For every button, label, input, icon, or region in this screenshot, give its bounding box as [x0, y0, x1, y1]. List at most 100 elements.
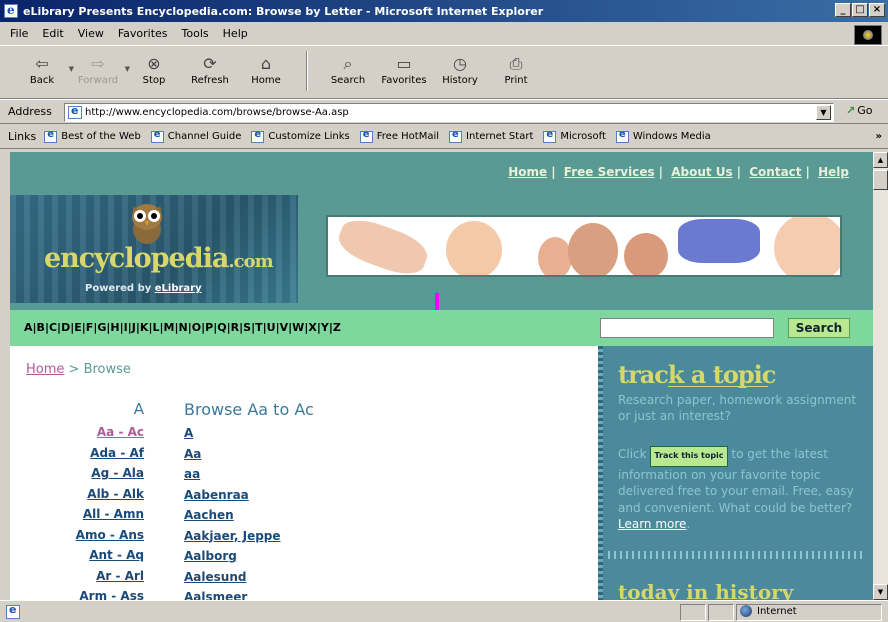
top-links: Home | Free Services | About Us | Contact | … [508, 165, 849, 179]
favorites-button[interactable]: ▭ Favorites [376, 47, 432, 97]
range-link[interactable]: Ag - Ala [50, 463, 144, 484]
menu-favorites[interactable]: Favorites [118, 27, 168, 40]
letter-link-b[interactable]: B [37, 321, 45, 334]
menu-file[interactable]: File [10, 27, 28, 40]
letter-link-a[interactable]: A [24, 321, 33, 334]
learn-more-link[interactable]: Learn more [618, 517, 686, 531]
entry-link[interactable]: Aabenraa [184, 485, 514, 506]
letter-link-y[interactable]: Y [321, 321, 329, 334]
maximize-button[interactable]: □ [852, 3, 868, 17]
letter-link-c[interactable]: C [49, 321, 57, 334]
nav-help-link[interactable]: Help [818, 165, 849, 179]
letter-link-q[interactable]: Q [217, 321, 226, 334]
search-input[interactable] [600, 318, 774, 338]
letter-link-e[interactable]: E [74, 321, 82, 334]
entry-link[interactable]: Aalesund [184, 567, 514, 588]
print-icon: ⎙ [509, 54, 523, 73]
link-microsoft[interactable]: Microsoft [543, 129, 606, 143]
entry-link[interactable]: Aachen [184, 505, 514, 526]
owl-mascot-icon [132, 204, 162, 244]
forward-button[interactable]: ⇨ Forward ▼ [70, 47, 130, 97]
window-controls: _ □ × [835, 3, 885, 17]
link-best-of-web[interactable]: Best of the Web [44, 129, 141, 143]
letter-link-z[interactable]: Z [333, 321, 341, 334]
refresh-button[interactable]: ⟳ Refresh [182, 47, 238, 97]
back-arrow-icon: ⇦ [35, 54, 49, 73]
entry-link[interactable]: A [184, 423, 514, 444]
go-arrow-icon: ↗ [846, 104, 856, 117]
letter-link-v[interactable]: V [280, 321, 289, 334]
home-button[interactable]: ⌂ Home [238, 47, 294, 97]
scroll-thumb[interactable] [873, 170, 888, 190]
menu-tools[interactable]: Tools [182, 27, 209, 40]
child-photo [538, 237, 572, 275]
menu-help[interactable]: Help [223, 27, 248, 40]
letter-link-w[interactable]: W [292, 321, 304, 334]
address-input[interactable]: http://www.encyclopedia.com/browse/brows… [64, 103, 834, 122]
print-button[interactable]: ⎙ Print [488, 47, 544, 97]
back-button[interactable]: ⇦ Back ▼ [14, 47, 74, 97]
go-button[interactable]: ↗ Go [846, 104, 872, 117]
entry-link[interactable]: aa [184, 464, 514, 485]
alphabet-bar: A|B|C|D|E|F|G|H|I|J|K|L|M|N|O|P|Q|R|S|T|… [10, 310, 873, 346]
address-dropdown-button[interactable]: ▼ [816, 105, 831, 120]
letter-link-t[interactable]: T [255, 321, 263, 334]
scroll-down-button[interactable]: ▼ [873, 584, 888, 600]
link-internet-start[interactable]: Internet Start [449, 129, 533, 143]
menu-view[interactable]: View [78, 27, 104, 40]
range-link[interactable]: Ar - Arl [50, 566, 144, 587]
link-customize-links[interactable]: Customize Links [251, 129, 350, 143]
man-photo [568, 223, 618, 275]
letter-link-r[interactable]: R [231, 321, 239, 334]
link-free-hotmail[interactable]: Free HotMail [359, 129, 439, 143]
letter-link-u[interactable]: U [267, 321, 276, 334]
letter-link-o[interactable]: O [192, 321, 201, 334]
range-link[interactable]: Amo - Ans [50, 525, 144, 546]
search-button[interactable]: ⌕ Search [320, 47, 376, 97]
breadcrumb-home-link[interactable]: Home [26, 362, 64, 377]
nav-home-link[interactable]: Home [508, 165, 547, 179]
favorites-icon: ▭ [396, 54, 412, 73]
page-icon [68, 104, 82, 119]
elibrary-link[interactable]: eLibrary [155, 283, 202, 294]
links-overflow-chevron-icon[interactable]: » [876, 131, 882, 142]
search-submit-button[interactable]: Search [788, 318, 850, 338]
history-button[interactable]: ◷ History [432, 47, 488, 97]
entry-link[interactable]: Aakjaer, Jeppe [184, 526, 514, 547]
letter-link-n[interactable]: N [179, 321, 188, 334]
menu-edit[interactable]: Edit [42, 27, 63, 40]
toddler-photo [446, 221, 502, 275]
letter-link-s[interactable]: S [243, 321, 251, 334]
track-this-topic-button[interactable]: Track this topic [650, 446, 728, 467]
entry-link[interactable]: Aalborg [184, 546, 514, 567]
link-channel-guide[interactable]: Channel Guide [150, 129, 241, 143]
letter-link-d[interactable]: D [61, 321, 70, 334]
scroll-up-button[interactable]: ▲ [873, 152, 888, 168]
range-link[interactable]: Arm - Ass [50, 586, 144, 600]
entry-link[interactable]: Aa [184, 444, 514, 465]
range-link[interactable]: Alb - Alk [50, 484, 144, 505]
letter-link-m[interactable]: M [164, 321, 175, 334]
nav-about-us-link[interactable]: About Us [671, 165, 732, 179]
range-link[interactable]: All - Amn [50, 504, 144, 525]
standard-toolbar: ⇦ Back ▼ ⇨ Forward ▼ ⊗ Stop ⟳ Refresh ⌂ Home ⌕ S… [0, 47, 888, 99]
nav-free-services-link[interactable]: Free Services [564, 165, 655, 179]
link-windows-media[interactable]: Windows Media [615, 129, 711, 143]
range-link[interactable]: Aa - Ac [50, 422, 144, 443]
letter-link-h[interactable]: H [110, 321, 119, 334]
site-logo[interactable]: encyclopedia.com Powered by eLibrary [10, 195, 298, 303]
close-button[interactable]: × [869, 3, 885, 17]
letter-link-x[interactable]: X [308, 321, 316, 334]
range-link[interactable]: Ant - Aq [50, 545, 144, 566]
globe-icon [740, 605, 752, 617]
link-page-icon [449, 129, 463, 143]
vertical-scrollbar[interactable]: ▲ ▼ [873, 152, 888, 600]
entry-link[interactable]: Aalsmeer [184, 587, 514, 600]
breadcrumb: Home > Browse [26, 362, 131, 377]
history-icon: ◷ [453, 54, 467, 73]
nav-contact-link[interactable]: Contact [749, 165, 801, 179]
minimize-button[interactable]: _ [835, 3, 851, 17]
letter-link-p[interactable]: P [205, 321, 213, 334]
stop-button[interactable]: ⊗ Stop [126, 47, 182, 97]
range-link[interactable]: Ada - Af [50, 443, 144, 464]
